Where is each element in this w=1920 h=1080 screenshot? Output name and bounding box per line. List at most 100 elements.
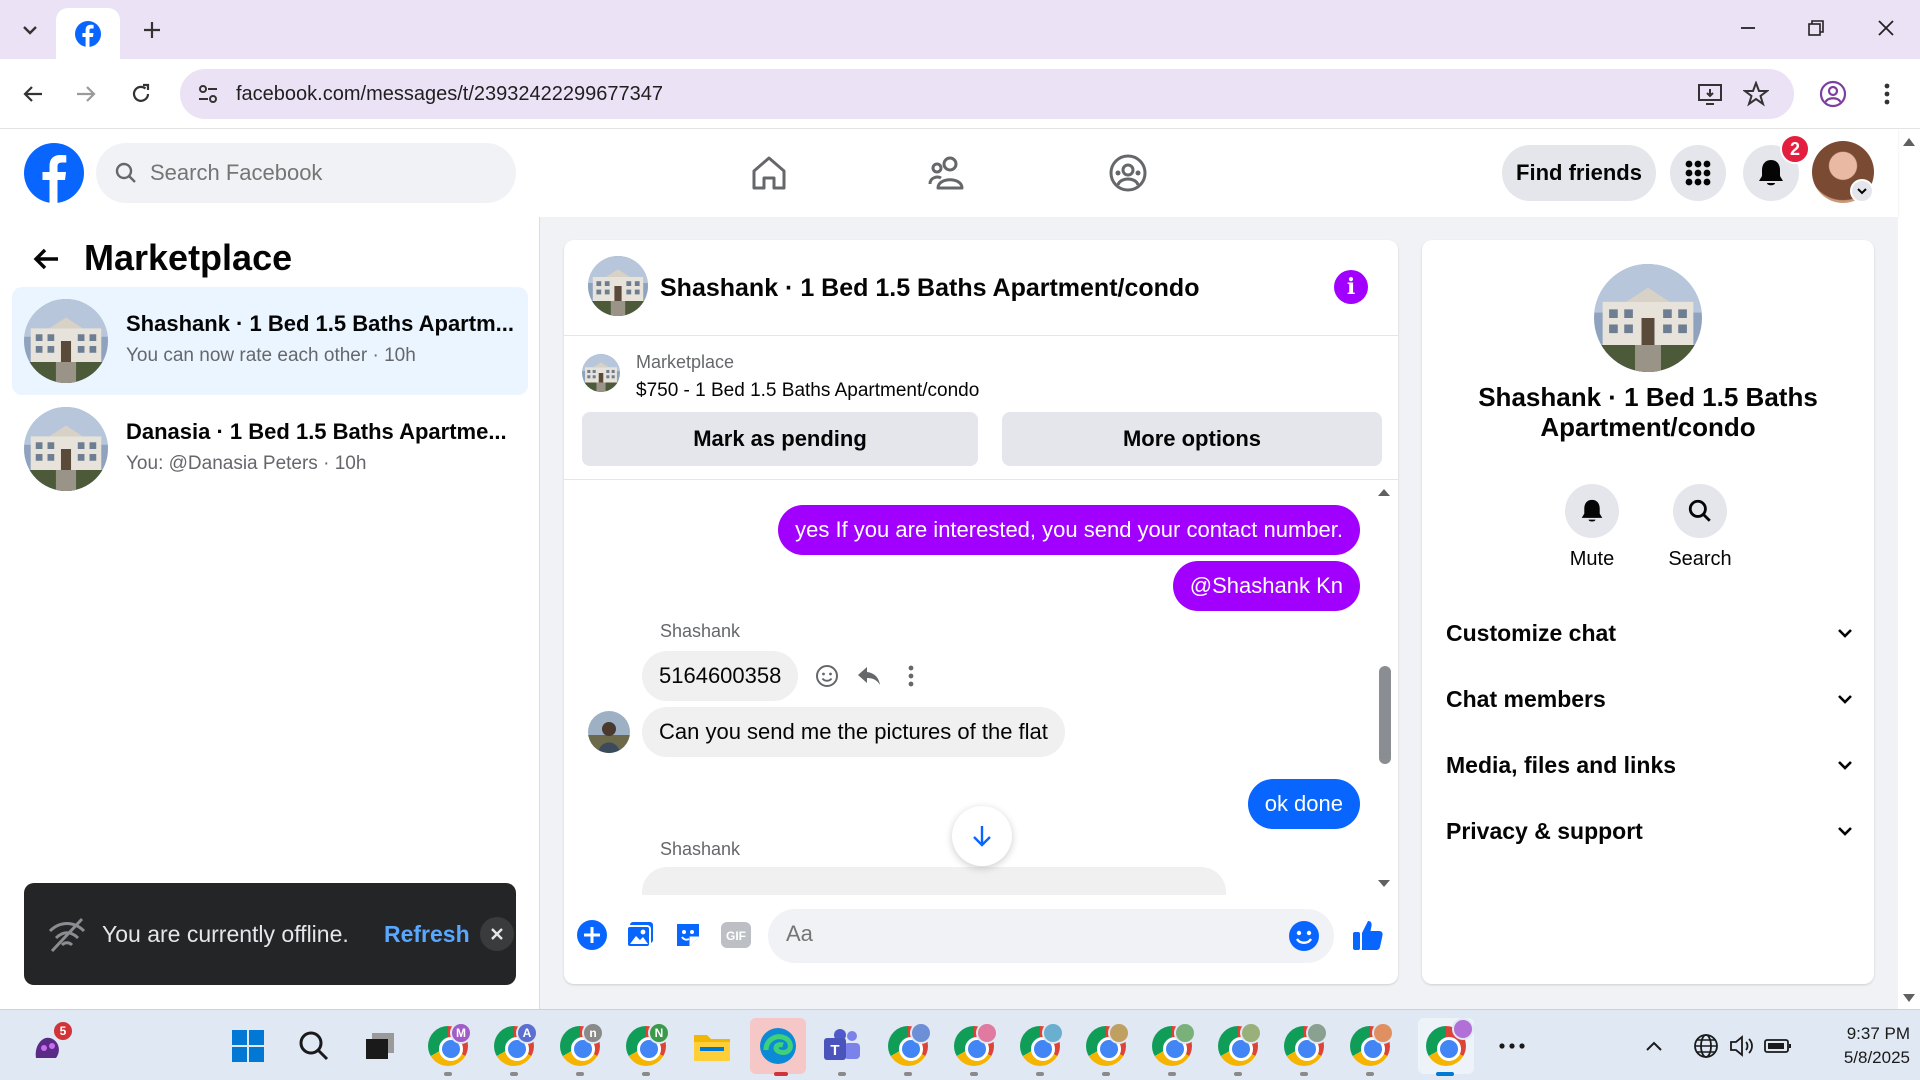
install-app-icon[interactable]	[1696, 80, 1724, 108]
widgets-button[interactable]: 5	[24, 1020, 74, 1070]
chrome-profile-a[interactable]: A	[490, 1022, 538, 1070]
facebook-search-box[interactable]	[96, 143, 516, 203]
restore-button[interactable]	[1788, 8, 1844, 48]
sender-avatar[interactable]	[588, 711, 630, 753]
account-chevron-icon[interactable]	[1850, 179, 1874, 203]
bookmark-star-icon[interactable]	[1742, 80, 1770, 108]
reload-button[interactable]	[122, 75, 160, 113]
scroll-down-arrow-icon[interactable]	[1376, 878, 1392, 890]
chrome-profile-window[interactable]	[884, 1022, 932, 1070]
chrome-profile-window[interactable]	[1148, 1022, 1196, 1070]
page-scroll-down-icon[interactable]	[1902, 992, 1916, 1004]
menu-button[interactable]	[1670, 145, 1726, 201]
message-input-box[interactable]	[768, 909, 1334, 963]
task-view-button[interactable]	[356, 1022, 404, 1070]
gif-button[interactable]: GIF	[718, 917, 754, 953]
facebook-logo-icon[interactable]	[24, 143, 84, 203]
listing-thumbnail[interactable]	[582, 354, 620, 392]
chrome-active-window[interactable]	[1418, 1018, 1474, 1074]
message-scrollbar-thumb[interactable]	[1379, 666, 1391, 764]
more-options-button[interactable]: More options	[1002, 412, 1382, 466]
message-bubble-outgoing[interactable]: ok done	[1247, 779, 1360, 829]
sticker-button[interactable]	[670, 917, 706, 953]
conversation-thumbnail	[24, 407, 108, 491]
address-bar[interactable]: facebook.com/messages/t/2393242229967734…	[180, 69, 1794, 119]
customize-chat-section[interactable]: Customize chat	[1446, 608, 1854, 658]
facebook-search-input[interactable]	[150, 160, 480, 186]
tab-search-button[interactable]	[12, 12, 48, 48]
profile-button[interactable]	[1814, 75, 1852, 113]
edge-button[interactable]	[750, 1018, 806, 1074]
more-vertical-icon	[908, 665, 914, 687]
folder-icon	[694, 1035, 730, 1061]
conversation-item[interactable]: Shashank · 1 Bed 1.5 Baths Apartm... You…	[12, 287, 528, 395]
new-tab-button[interactable]	[134, 12, 170, 48]
file-explorer-button[interactable]	[688, 1022, 736, 1070]
mute-action[interactable]: Mute	[1532, 484, 1652, 571]
back-to-marketplace-button[interactable]	[26, 239, 66, 279]
show-hidden-icons-button[interactable]	[1638, 1022, 1670, 1070]
chrome-profile-m[interactable]: M	[424, 1022, 472, 1070]
browser-menu-button[interactable]	[1868, 75, 1906, 113]
nav-friends[interactable]	[920, 145, 976, 201]
arrow-down-icon	[973, 826, 991, 847]
minimize-button[interactable]	[1720, 8, 1776, 48]
back-button[interactable]	[14, 75, 52, 113]
chrome-profile-window[interactable]	[1346, 1022, 1394, 1070]
privacy-support-section[interactable]: Privacy & support	[1446, 806, 1854, 856]
teams-button[interactable]: T	[818, 1022, 866, 1070]
chrome-profile-window[interactable]	[1082, 1022, 1130, 1070]
chat-avatar[interactable]	[588, 256, 648, 316]
scroll-to-bottom-button[interactable]	[952, 806, 1012, 866]
close-window-button[interactable]	[1858, 8, 1914, 48]
like-button[interactable]	[1348, 915, 1388, 955]
chrome-profile-window[interactable]	[1016, 1022, 1064, 1070]
site-info-icon[interactable]	[194, 80, 222, 108]
info-icon[interactable]: i	[1334, 270, 1368, 304]
reply-icon	[858, 667, 880, 685]
message-bubble-outgoing[interactable]: @Shashank Kn	[1172, 561, 1360, 611]
reply-button[interactable]	[852, 659, 886, 693]
conversation-item[interactable]: Danasia · 1 Bed 1.5 Baths Apartme... You…	[12, 395, 528, 503]
attach-photo-button[interactable]	[622, 917, 658, 953]
search-button[interactable]	[290, 1022, 338, 1070]
start-button[interactable]	[224, 1022, 272, 1070]
network-icon[interactable]	[1690, 1022, 1722, 1070]
react-button[interactable]	[810, 659, 844, 693]
message-bubble-incoming[interactable]: Can you send me the pictures of the flat	[642, 707, 1065, 757]
volume-icon[interactable]	[1726, 1022, 1758, 1070]
chrome-profile-window[interactable]	[1280, 1022, 1328, 1070]
message-bubble-incoming[interactable]: 5164600358	[642, 651, 799, 701]
message-input[interactable]	[786, 921, 1266, 947]
chrome-profile-window[interactable]	[1214, 1022, 1262, 1070]
chat-members-section[interactable]: Chat members	[1446, 674, 1854, 724]
emoji-icon[interactable]	[1288, 920, 1320, 952]
chrome-profile-window[interactable]	[950, 1022, 998, 1070]
system-clock[interactable]: 9:37 PM 5/8/2025	[1790, 1022, 1910, 1070]
nav-home[interactable]	[741, 145, 797, 201]
refresh-link[interactable]: Refresh	[384, 921, 470, 948]
search-action[interactable]: Search	[1640, 484, 1760, 571]
scroll-up-arrow-icon[interactable]	[1376, 486, 1392, 498]
forward-button[interactable]	[67, 75, 105, 113]
details-avatar[interactable]	[1594, 264, 1702, 372]
page-scroll-up-icon[interactable]	[1902, 136, 1916, 148]
bell-icon	[1581, 499, 1603, 522]
message-more-button[interactable]	[894, 659, 928, 693]
message-bubble-incoming[interactable]	[642, 867, 1226, 895]
nav-groups[interactable]	[1100, 145, 1156, 201]
mark-as-pending-button[interactable]: Mark as pending	[582, 412, 978, 466]
profile-icon	[1819, 80, 1847, 108]
chrome-profile-n-lower[interactable]: n	[556, 1022, 604, 1070]
listing-price-title[interactable]: $750 - 1 Bed 1.5 Baths Apartment/condo	[636, 380, 979, 402]
photo-icon	[626, 922, 653, 948]
chrome-profile-n-upper[interactable]: N	[622, 1022, 670, 1070]
close-toast-button[interactable]	[480, 917, 514, 951]
message-bubble-outgoing[interactable]: yes If you are interested, you send your…	[778, 505, 1360, 555]
chat-title[interactable]: Shashank · 1 Bed 1.5 Baths Apartment/con…	[660, 274, 1199, 303]
find-friends-button[interactable]: Find friends	[1502, 145, 1656, 201]
show-more-apps-button[interactable]	[1488, 1022, 1536, 1070]
more-actions-button[interactable]	[574, 917, 610, 953]
media-files-links-section[interactable]: Media, files and links	[1446, 740, 1854, 790]
browser-tab-facebook[interactable]	[56, 8, 120, 59]
